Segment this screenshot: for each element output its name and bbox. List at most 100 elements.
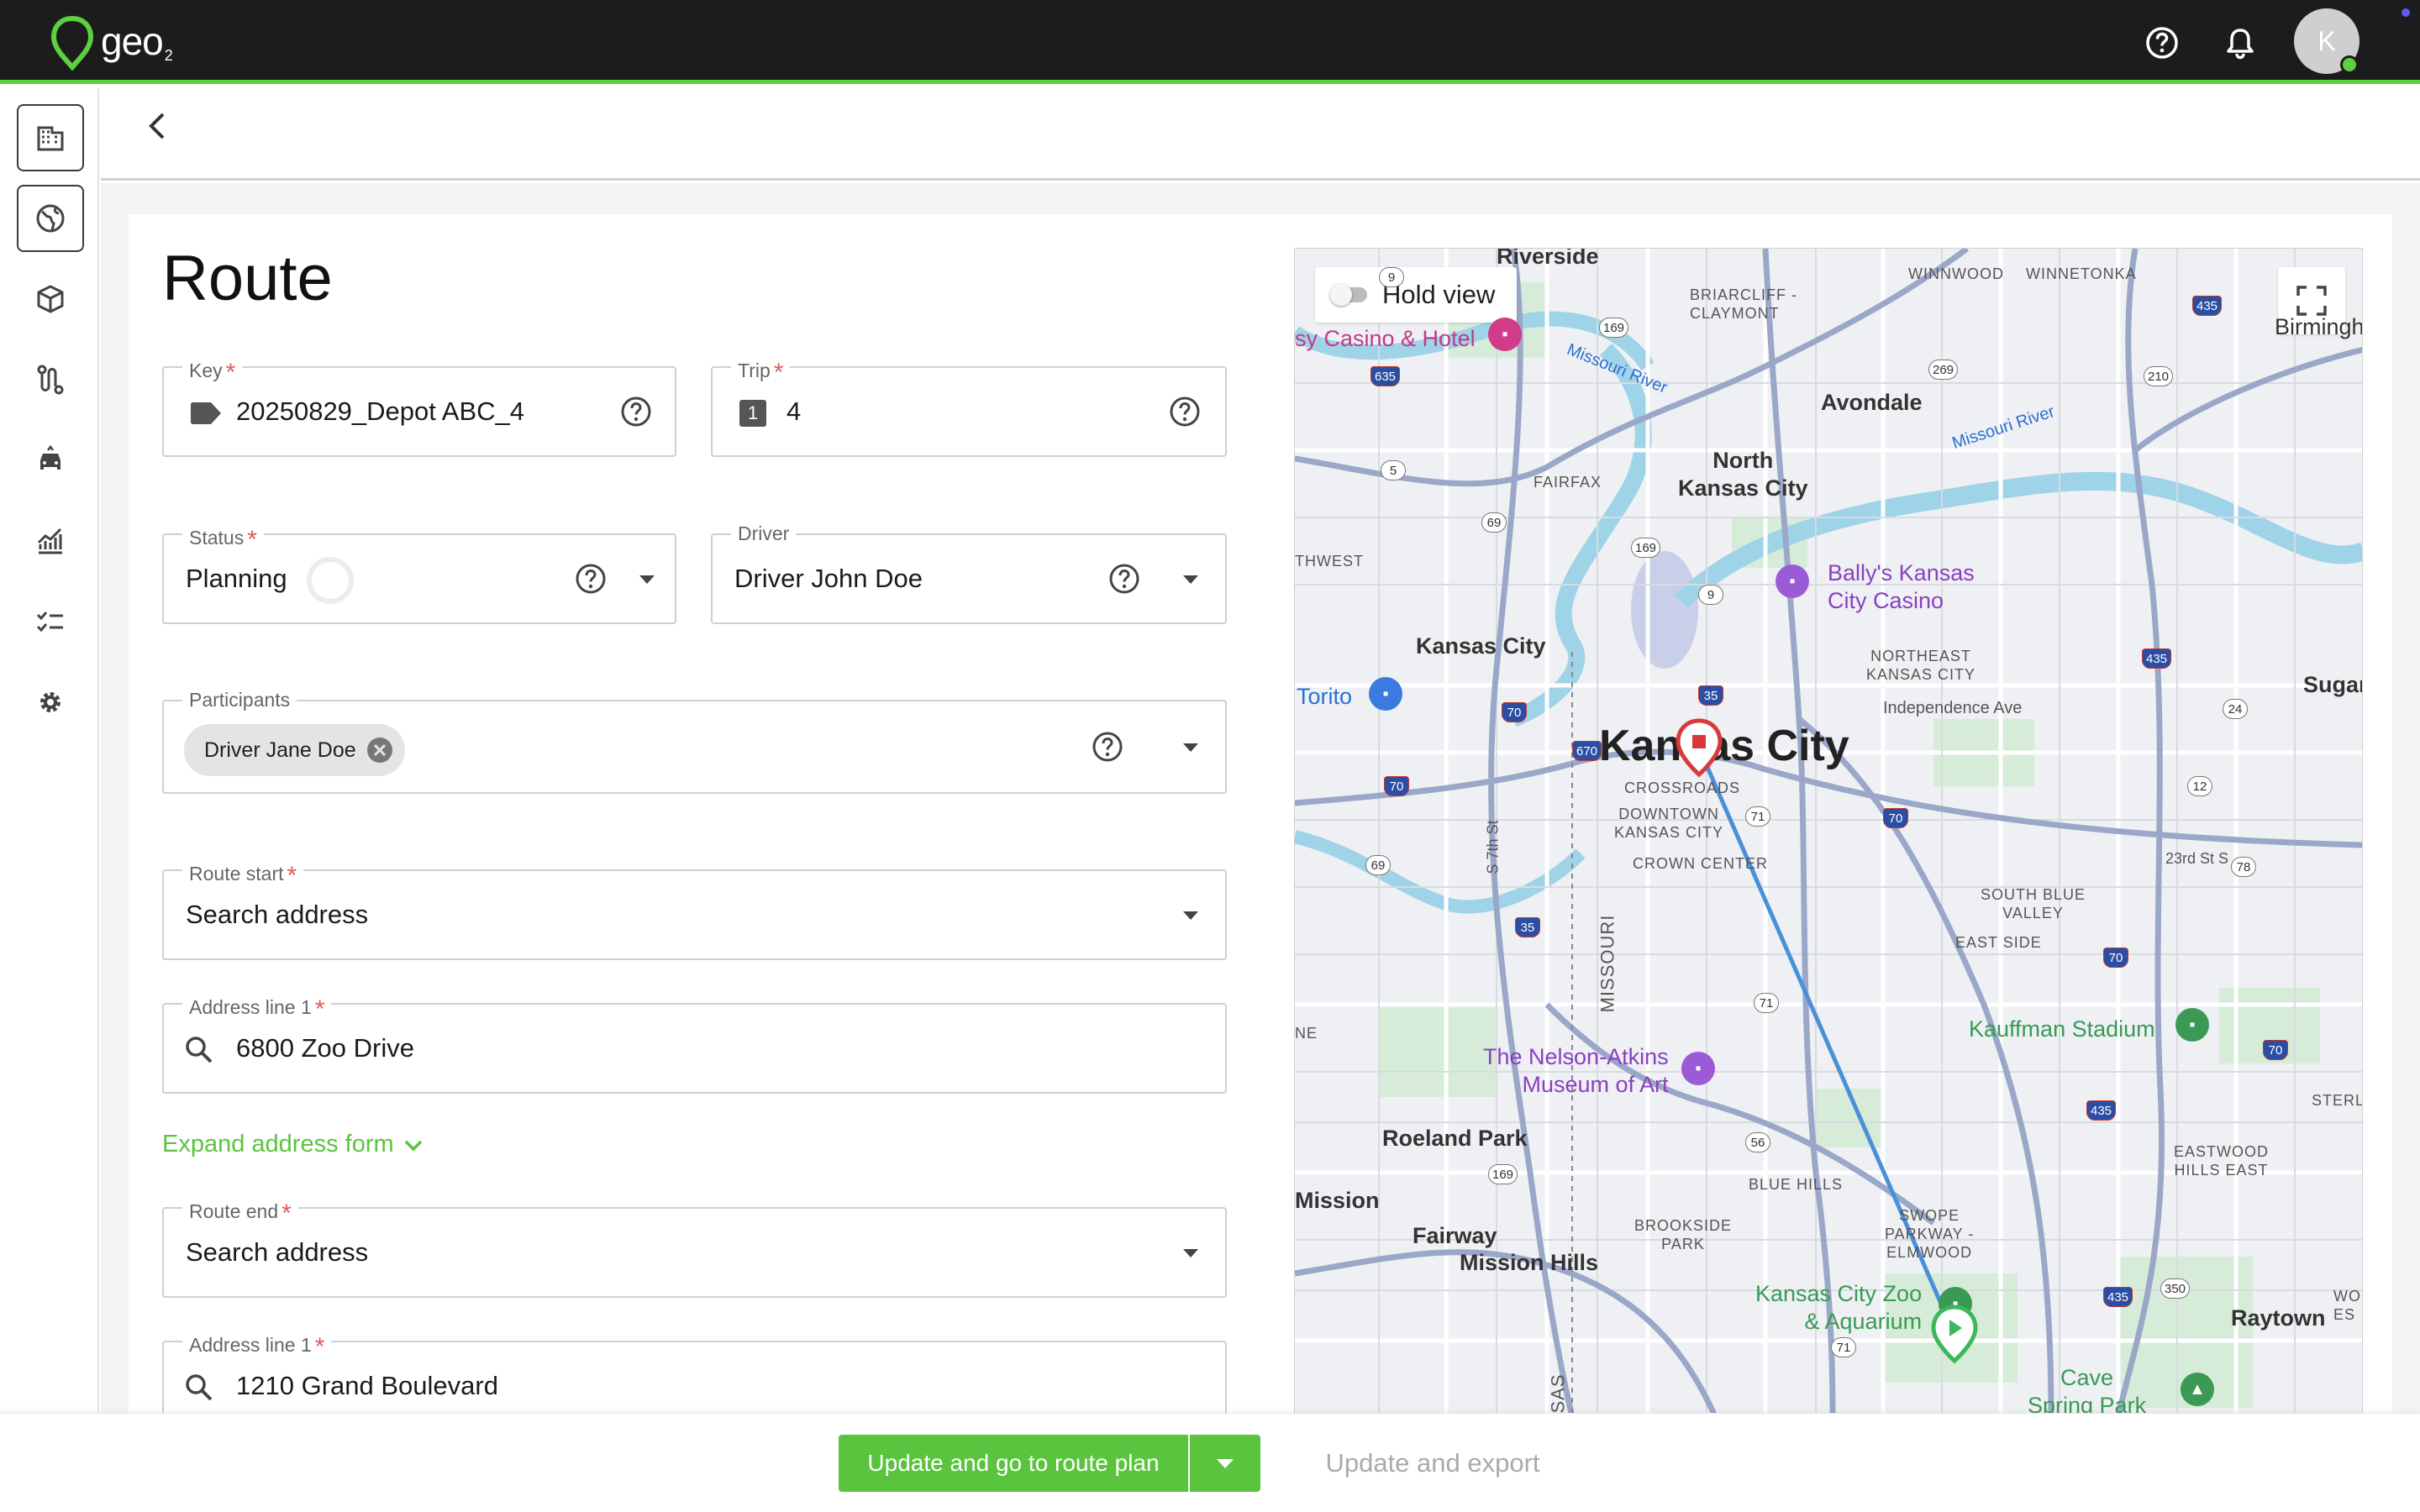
highway-shield: 435 — [2192, 296, 2223, 316]
chevron-left-icon — [149, 113, 165, 139]
route-start-marker-icon[interactable] — [1930, 1304, 1979, 1364]
rail-item-buildings[interactable] — [17, 104, 84, 171]
map-label: EASTWOOD HILLS EAST — [2174, 1143, 2270, 1179]
driver-help-icon[interactable] — [1107, 562, 1141, 596]
map-label: SWOPE PARKWAY - ELMWOOD — [1885, 1207, 1975, 1261]
trip-help-icon[interactable] — [1168, 395, 1202, 428]
expand-address-form-link[interactable]: Expand address form — [162, 1131, 424, 1158]
chevron-down-icon[interactable] — [1183, 1249, 1198, 1257]
map-label: Raytown — [2231, 1305, 2326, 1331]
map-label: STERL — [2312, 1092, 2363, 1109]
map-label: Fairway — [1413, 1223, 1497, 1248]
chevron-down-icon — [1217, 1458, 1234, 1468]
casino-poi-icon[interactable]: ▪ — [1776, 564, 1809, 598]
map-label: EAST SIDE — [1955, 934, 2042, 951]
start-address-value[interactable]: 6800 Zoo Drive — [236, 1005, 414, 1092]
status-help-icon[interactable] — [574, 562, 608, 596]
rail-item-routes[interactable] — [17, 346, 84, 413]
map-label: NORTHEAST KANSAS CITY — [1866, 648, 1976, 683]
map-label: Sugar — [2303, 672, 2363, 697]
map-label: Kansas City Zoo & Aquarium — [1755, 1281, 1923, 1334]
highway-shield: 24 — [2223, 699, 2248, 719]
participants-help-icon[interactable] — [1091, 730, 1124, 764]
highway-shield: 435 — [2142, 648, 2172, 669]
status-select[interactable]: Status * Planning — [162, 522, 676, 624]
help-icon[interactable] — [2144, 25, 2180, 60]
hotel-poi-icon[interactable]: ▪ — [1488, 318, 1522, 351]
highway-shield: 169 — [1488, 1164, 1518, 1184]
tag-icon — [191, 402, 221, 424]
remove-chip-icon[interactable] — [365, 735, 395, 765]
rail-item-vehicles[interactable] — [17, 427, 84, 494]
top-app-bar: geo 2 K — [0, 0, 2420, 84]
route-end-marker-icon[interactable] — [1675, 717, 1723, 778]
highway-shield: 169 — [1631, 538, 1661, 558]
highway-shield: 69 — [1481, 512, 1507, 533]
participants-select[interactable]: Participants Driver Jane Doe — [162, 689, 1227, 794]
rail-item-settings[interactable] — [17, 669, 84, 736]
highway-shield: 71 — [1754, 993, 1779, 1013]
settings-icon — [40, 692, 60, 712]
park-poi-icon[interactable]: ▲ — [2181, 1373, 2214, 1406]
map-label: Riverside — [1497, 248, 1599, 269]
trip-label: Trip — [738, 360, 771, 381]
map-label: CROWN CENTER — [1633, 855, 1768, 872]
back-button[interactable] — [136, 105, 178, 147]
map-label: THWEST — [1295, 553, 1364, 570]
highway-shield: 70 — [2263, 1040, 2288, 1060]
building-icon — [37, 126, 64, 151]
rail-item-analytics[interactable] — [17, 507, 84, 575]
start-address-line1-field[interactable]: Address line 1 * 6800 Zoo Drive — [162, 992, 1227, 1094]
map-label: FAIRFAX — [1534, 474, 1602, 491]
rail-item-map[interactable] — [17, 185, 84, 252]
chevron-down-icon — [404, 1140, 422, 1151]
key-value[interactable]: 20250829_Depot ABC_4 — [236, 368, 524, 455]
hold-view-toggle[interactable]: Hold view — [1315, 267, 1518, 323]
chevron-down-icon[interactable] — [1183, 575, 1198, 584]
driver-select[interactable]: Driver Driver John Doe — [711, 522, 1227, 624]
participant-chip[interactable]: Driver Jane Doe — [184, 724, 405, 776]
highway-shield: 35 — [1698, 685, 1723, 706]
toggle-switch[interactable] — [1330, 284, 1367, 306]
highway-shield: 670 — [1572, 741, 1602, 761]
expand-address-form-label: Expand address form — [162, 1131, 394, 1158]
vehicle-icon — [40, 444, 60, 470]
key-field[interactable]: Key * 20250829_Depot ABC_4 — [162, 355, 676, 457]
app-logo[interactable]: geo 2 — [49, 15, 173, 71]
map-label: Kansas City — [1416, 633, 1546, 659]
online-status-dot — [2340, 55, 2359, 74]
trip-value[interactable]: 4 — [786, 368, 801, 455]
more-actions-dropdown-button[interactable] — [1190, 1435, 1260, 1492]
route-start-select[interactable]: Route start * Search address — [162, 858, 1227, 960]
shopping-poi-icon[interactable]: ▪ — [1369, 677, 1402, 711]
map-label: SOUTH BLUE VALLEY — [1981, 886, 2086, 921]
map-label: Mission Hills — [1460, 1250, 1599, 1275]
stadium-poi-icon[interactable]: ▪ — [2175, 1008, 2209, 1042]
chevron-down-icon[interactable] — [1183, 911, 1198, 920]
rail-item-packages[interactable] — [17, 265, 84, 333]
map-label: Roeland Park — [1382, 1126, 1528, 1151]
highway-shield: 78 — [2231, 857, 2256, 877]
update-and-go-to-route-plan-button[interactable]: Update and go to route plan — [839, 1435, 1188, 1492]
status-value: Planning — [186, 564, 287, 593]
rail-item-tasks[interactable] — [17, 588, 84, 655]
route-end-select[interactable]: Route end * Search address — [162, 1196, 1227, 1298]
museum-poi-icon[interactable]: ▪ — [1681, 1052, 1715, 1085]
key-help-icon[interactable] — [619, 395, 653, 428]
search-icon — [186, 1037, 213, 1063]
map-label: WO ES — [2333, 1288, 2361, 1323]
notification-dot — [2402, 8, 2410, 17]
bell-icon[interactable] — [2223, 25, 2258, 60]
trip-field[interactable]: Trip * 1 4 — [711, 355, 1227, 457]
driver-value: Driver John Doe — [734, 564, 923, 593]
page-title: Route — [162, 243, 333, 314]
loading-spinner — [307, 557, 354, 604]
highway-shield: 9 — [1698, 585, 1723, 605]
map-label: NE — [1295, 1025, 1318, 1042]
highway-shield: 70 — [1883, 808, 1908, 828]
update-and-export-button[interactable]: Update and export — [1294, 1435, 1571, 1492]
chevron-down-icon[interactable] — [1183, 743, 1198, 752]
key-label: Key — [189, 360, 223, 381]
route-map[interactable]: Hold view Riverside sy Casino & Hotel BR… — [1294, 248, 2363, 1415]
chevron-down-icon[interactable] — [639, 575, 655, 584]
